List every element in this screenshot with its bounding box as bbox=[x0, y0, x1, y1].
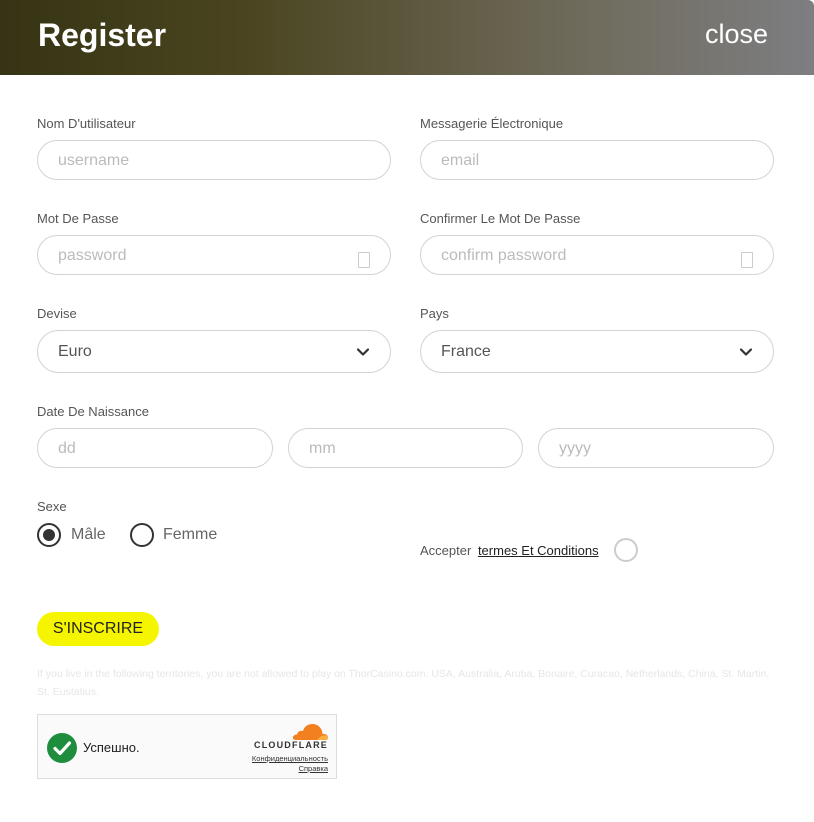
register-modal: Register close Nom D'utilisateur usernam… bbox=[0, 0, 814, 822]
birth-year-placeholder: yyyy bbox=[559, 440, 591, 457]
register-submit-button[interactable]: S'INSCRIRE bbox=[37, 612, 159, 646]
country-value: France bbox=[441, 343, 491, 360]
modal-title: Register bbox=[38, 17, 167, 53]
birth-year-input[interactable]: yyyy bbox=[538, 428, 774, 468]
gender-female-label[interactable]: Femme bbox=[163, 526, 217, 544]
close-button[interactable]: close bbox=[705, 19, 768, 50]
gender-male-label[interactable]: Mâle bbox=[71, 526, 106, 544]
birth-month-input[interactable]: mm bbox=[288, 428, 523, 468]
birth-month-placeholder: mm bbox=[309, 440, 336, 457]
confirm-password-placeholder: confirm password bbox=[441, 247, 567, 264]
username-label: Nom D'utilisateur bbox=[37, 116, 136, 131]
username-placeholder: username bbox=[58, 152, 130, 169]
username-input[interactable]: username bbox=[37, 140, 391, 180]
birth-day-placeholder: dd bbox=[58, 440, 76, 457]
captcha-status: Успешно. bbox=[83, 740, 140, 755]
cloudflare-cloud-icon bbox=[292, 724, 329, 740]
country-select[interactable]: France bbox=[420, 330, 774, 373]
chevron-down-icon bbox=[739, 348, 753, 356]
password-label: Mot De Passe bbox=[37, 211, 119, 226]
cloudflare-logo-text: CLOUDFLARE bbox=[254, 740, 328, 750]
terms-text: Accepter termes Et Conditions bbox=[420, 543, 599, 558]
gender-female-radio[interactable] bbox=[130, 523, 154, 547]
birth-day-input[interactable]: dd bbox=[37, 428, 273, 468]
currency-value: Euro bbox=[58, 343, 92, 360]
confirm-password-input[interactable]: confirm password bbox=[420, 235, 774, 275]
currency-label: Devise bbox=[37, 306, 77, 321]
cloudflare-captcha-widget: Успешно. CLOUDFLARE Конфиденциальность С… bbox=[37, 714, 337, 779]
gender-label: Sexe bbox=[37, 499, 67, 514]
show-password-icon[interactable] bbox=[358, 252, 370, 268]
terms-prefix: Accepter bbox=[420, 543, 472, 558]
password-input[interactable]: password bbox=[37, 235, 391, 275]
email-input[interactable]: email bbox=[420, 140, 774, 180]
email-placeholder: email bbox=[441, 152, 480, 169]
territory-disclaimer: If you live in the following territories… bbox=[37, 668, 770, 698]
captcha-privacy-link[interactable]: Конфиденциальность bbox=[252, 754, 328, 763]
password-placeholder: password bbox=[58, 247, 127, 264]
country-label: Pays bbox=[420, 306, 449, 321]
gender-male-radio[interactable] bbox=[37, 523, 61, 547]
currency-select[interactable]: Euro bbox=[37, 330, 391, 373]
modal-header: Register close bbox=[0, 0, 814, 75]
success-check-icon bbox=[47, 733, 77, 763]
captcha-help-link[interactable]: Справка bbox=[299, 764, 328, 773]
terms-accept-radio[interactable] bbox=[614, 538, 638, 562]
birthdate-label: Date De Naissance bbox=[37, 404, 149, 419]
terms-link[interactable]: termes Et Conditions bbox=[478, 543, 599, 558]
show-confirm-password-icon[interactable] bbox=[741, 252, 753, 268]
email-label: Messagerie Électronique bbox=[420, 116, 564, 131]
confirm-password-label: Confirmer Le Mot De Passe bbox=[420, 211, 581, 226]
chevron-down-icon bbox=[356, 348, 370, 356]
